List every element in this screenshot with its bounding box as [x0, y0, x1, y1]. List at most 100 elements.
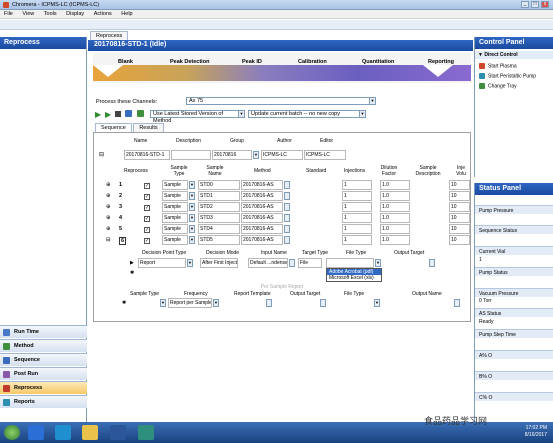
start-pump-button[interactable]: Start Peristaltic Pump — [479, 73, 536, 79]
expand-icon[interactable]: ⊕ — [106, 193, 111, 199]
chromera-icon[interactable] — [138, 425, 154, 440]
sample-type-cell[interactable]: Sample — [162, 224, 188, 234]
sample-type-cell[interactable]: Sample — [162, 191, 188, 201]
chevron-down-icon[interactable]: ▼ — [189, 236, 195, 244]
direct-control-section[interactable]: ▼ Direct Control — [475, 51, 553, 59]
save-icon[interactable] — [125, 110, 132, 117]
stop-icon[interactable] — [115, 111, 121, 117]
menu-help[interactable]: Help — [117, 10, 136, 18]
chevron-down-icon[interactable]: ▼ — [253, 151, 259, 159]
reprocess-checkbox[interactable]: ✓ — [144, 216, 150, 222]
browse-icon[interactable] — [266, 299, 272, 307]
frequency-cell[interactable]: Report per Sample — [168, 298, 212, 308]
collapse-icon[interactable]: ⊟ — [99, 151, 104, 158]
app-icon[interactable] — [55, 425, 71, 440]
doc-tab-label[interactable]: Reprocess — [90, 31, 129, 40]
decision-point-cell[interactable]: Report — [138, 258, 186, 268]
method-version-select[interactable]: Use Latest Stored Version of Method ▼ — [150, 110, 245, 124]
browse-icon[interactable] — [289, 259, 295, 267]
file-option-xls[interactable]: Microsoft Excel (xls) — [327, 275, 381, 281]
start-button-icon[interactable] — [4, 425, 20, 440]
chevron-down-icon[interactable]: ▼ — [189, 181, 195, 189]
sample-name-cell[interactable]: STD0 — [198, 180, 240, 190]
close-button[interactable]: x — [541, 1, 549, 8]
tab-results[interactable]: Results — [133, 123, 164, 132]
nav-reports[interactable]: Reports — [0, 395, 87, 408]
injections-cell[interactable]: 1 — [342, 191, 372, 201]
expand-icon[interactable]: ⊕ — [106, 204, 111, 210]
chevron-down-icon[interactable]: ▼ — [160, 299, 166, 307]
chevron-down-icon[interactable]: ▼ — [187, 259, 193, 267]
chevron-down-icon[interactable]: ▼ — [189, 203, 195, 211]
word-icon[interactable] — [110, 425, 126, 440]
expand-icon[interactable]: ⊕ — [106, 226, 111, 232]
start-plasma-button[interactable]: Start Plasma — [479, 63, 517, 69]
tab-sequence[interactable]: Sequence — [95, 123, 132, 132]
stage-blank[interactable]: Blank — [118, 59, 133, 65]
browse-icon[interactable] — [284, 203, 290, 211]
nav-run-time[interactable]: Run Time — [0, 325, 87, 338]
batch-select[interactable]: Update current batch -- no new copy ▼ — [248, 110, 366, 118]
dilution-cell[interactable]: 1.0 — [380, 235, 410, 245]
menu-display[interactable]: Display — [62, 10, 88, 18]
volume-cell[interactable]: 10 — [449, 224, 470, 234]
sample-name-cell[interactable]: STD5 — [198, 235, 240, 245]
nav-post-run[interactable]: Post Run — [0, 367, 87, 380]
step-icon[interactable]: ▶ — [105, 110, 111, 119]
chevron-down-icon[interactable]: ▼ — [213, 299, 219, 307]
nav-method[interactable]: Method — [0, 339, 87, 352]
browse-icon[interactable] — [284, 181, 290, 189]
menu-actions[interactable]: Actions — [90, 10, 116, 18]
nav-reprocess[interactable]: Reprocess — [0, 381, 87, 394]
clock[interactable]: 17:02 PM 8/16/2017 — [525, 425, 547, 439]
nav-sequence[interactable]: Sequence — [0, 353, 87, 366]
reprocess-checkbox[interactable]: ✓ — [144, 194, 150, 200]
sample-type-cell[interactable]: Sample — [162, 235, 188, 245]
injections-cell[interactable]: 1 — [342, 224, 372, 234]
browse-icon[interactable] — [284, 214, 290, 222]
method-cell[interactable]: 20170816-AS — [241, 224, 283, 234]
folder-icon[interactable] — [82, 425, 98, 440]
reprocess-checkbox[interactable]: ✓ — [144, 183, 150, 189]
stage-peak-detection[interactable]: Peak Detection — [170, 59, 209, 65]
stage-calibration[interactable]: Calibration — [298, 59, 327, 65]
new-row-icon[interactable]: ✱ — [122, 300, 126, 306]
seq-name-cell[interactable]: 20170816-STD-1 — [124, 150, 170, 160]
injections-cell[interactable]: 1 — [342, 213, 372, 223]
volume-cell[interactable]: 10 — [449, 235, 470, 245]
method-cell[interactable]: 20170816-AS — [241, 180, 283, 190]
stage-quantitation[interactable]: Quantitation — [362, 59, 394, 65]
sample-name-cell[interactable]: STD4 — [198, 224, 240, 234]
chevron-down-icon[interactable]: ▼ — [189, 192, 195, 200]
seq-description-cell[interactable] — [171, 150, 211, 160]
refresh-icon[interactable] — [137, 110, 144, 117]
doc-tab[interactable]: Reprocess — [90, 31, 129, 40]
method-cell[interactable]: 20170816-AS — [241, 213, 283, 223]
dilution-cell[interactable]: 1.0 — [380, 224, 410, 234]
volume-cell[interactable]: 10 — [449, 191, 470, 201]
stage-peak-id[interactable]: Peak ID — [242, 59, 262, 65]
stage-reporting[interactable]: Reporting — [428, 59, 454, 65]
chevron-down-icon[interactable]: ▼ — [375, 259, 381, 267]
reprocess-checkbox[interactable]: ✓ — [144, 238, 150, 244]
ie-icon[interactable] — [28, 425, 44, 440]
reprocess-checkbox[interactable]: ✓ — [144, 205, 150, 211]
volume-cell[interactable]: 10 — [449, 180, 470, 190]
method-cell[interactable]: 20170816-AS — [241, 235, 283, 245]
dilution-cell[interactable]: 1.0 — [380, 213, 410, 223]
browse-icon[interactable] — [429, 259, 435, 267]
maximize-button[interactable]: □ — [531, 1, 539, 8]
browse-icon[interactable] — [284, 225, 290, 233]
file-type-cell[interactable] — [326, 258, 374, 268]
expand-icon[interactable]: ⊕ — [106, 182, 111, 188]
chevron-down-icon[interactable]: ▼ — [189, 214, 195, 222]
menu-file[interactable]: File — [0, 10, 17, 18]
minimize-button[interactable]: _ — [521, 1, 529, 8]
sample-type-cell[interactable]: Sample — [162, 202, 188, 212]
seq-editor-cell[interactable]: ICPMS-LC — [304, 150, 346, 160]
collapse-icon[interactable]: ⊟ — [106, 237, 111, 243]
injections-cell[interactable]: 1 — [342, 180, 372, 190]
new-row-icon[interactable]: ✱ — [130, 270, 134, 276]
browse-icon[interactable] — [454, 299, 460, 307]
channels-select[interactable]: As 75 ▼ — [186, 97, 376, 105]
